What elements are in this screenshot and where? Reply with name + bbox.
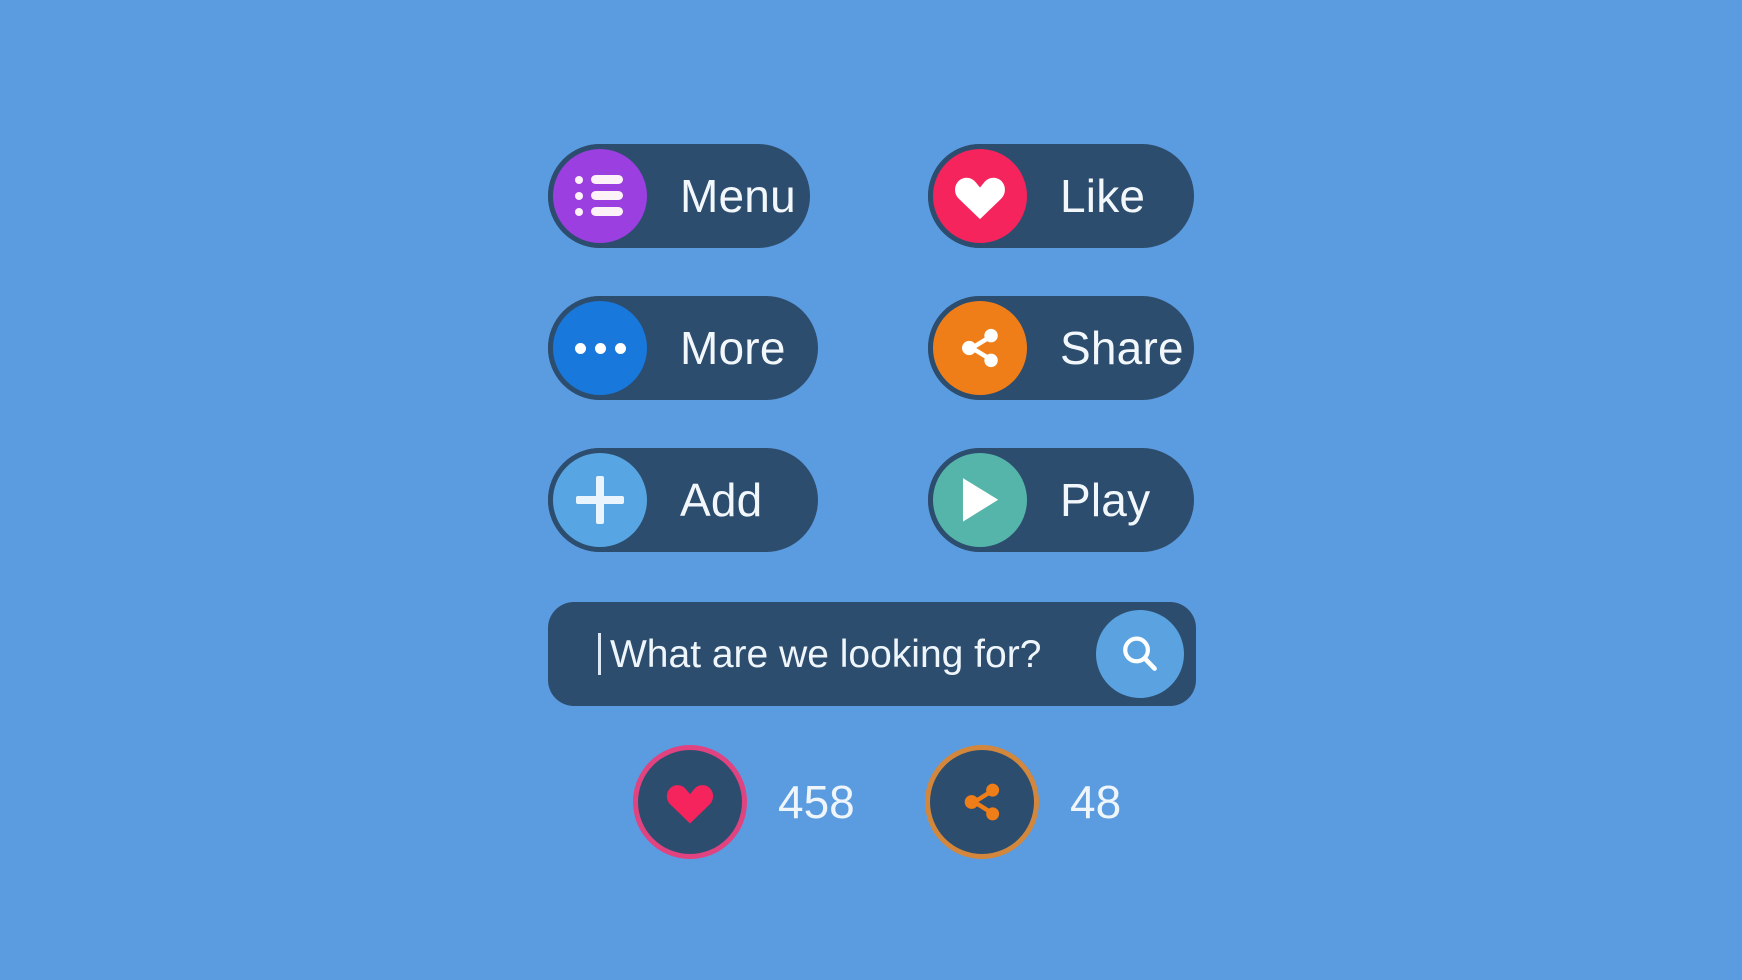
menu-button[interactable]: Menu	[548, 144, 810, 248]
ui-button-set: Menu Like More Share Add Play What are w…	[0, 0, 1742, 980]
ellipsis-icon	[548, 296, 652, 400]
share-counter[interactable]: 48	[930, 750, 1121, 854]
search-button[interactable]	[1096, 610, 1184, 698]
share-count: 48	[1070, 776, 1122, 828]
like-count: 458	[778, 776, 855, 828]
menu-button-label: Menu	[680, 170, 796, 222]
share-button-label: Share	[1060, 322, 1184, 374]
share-nodes-icon	[928, 296, 1032, 400]
like-button-label: Like	[1060, 170, 1146, 222]
play-button-label: Play	[1060, 474, 1151, 526]
add-button-label: Add	[680, 474, 763, 526]
share-nodes-icon	[930, 750, 1034, 854]
text-cursor	[598, 633, 601, 675]
add-button[interactable]: Add	[548, 448, 818, 552]
magnifier-icon	[1123, 636, 1157, 671]
list-menu-icon	[548, 144, 652, 248]
more-button-label: More	[680, 322, 786, 374]
share-button[interactable]: Share	[928, 296, 1194, 400]
like-button[interactable]: Like	[928, 144, 1194, 248]
search-input[interactable]: What are we looking for?	[610, 635, 1090, 674]
like-counter[interactable]: 458	[638, 750, 855, 854]
heart-icon	[638, 750, 742, 854]
plus-icon	[548, 448, 652, 552]
play-triangle-icon	[928, 448, 1032, 552]
play-button[interactable]: Play	[928, 448, 1194, 552]
search-bar[interactable]: What are we looking for?	[548, 602, 1196, 706]
heart-icon	[928, 144, 1032, 248]
more-button[interactable]: More	[548, 296, 818, 400]
